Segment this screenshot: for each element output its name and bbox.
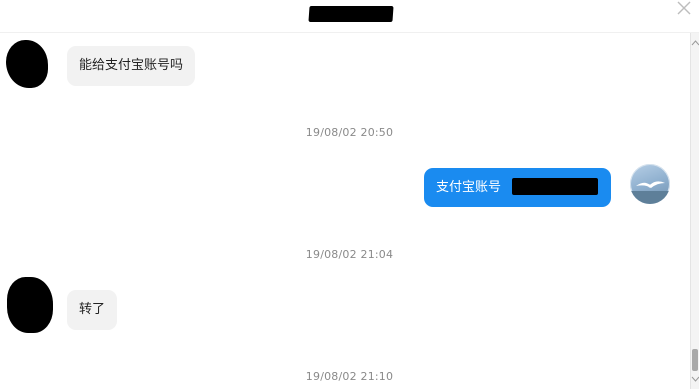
- message-timestamp: 19/08/02 21:04: [305, 248, 394, 261]
- scroll-up-icon[interactable]: [691, 39, 699, 47]
- scrollbar-thumb[interactable]: [692, 349, 698, 371]
- contact-avatar-redacted: [6, 40, 48, 88]
- message-bubble-incoming: 能给支付宝账号吗: [67, 46, 196, 86]
- close-button[interactable]: [674, 0, 694, 18]
- self-avatar: [630, 164, 670, 204]
- contact-avatar-redacted: [7, 277, 53, 333]
- message-text: 支付宝账号: [436, 180, 502, 195]
- message-timestamp: 19/08/02 20:50: [305, 126, 394, 139]
- chat-header: [0, 0, 699, 33]
- chat-scrollbar[interactable]: [690, 33, 699, 389]
- message-timestamp: 19/08/02 21:10: [305, 370, 394, 383]
- account-number-redacted: [512, 178, 598, 195]
- close-icon: [677, 1, 691, 15]
- seagull-avatar-icon: [630, 181, 670, 204]
- message-bubble-incoming: 转了: [67, 290, 118, 330]
- chat-title-redacted: [308, 6, 394, 22]
